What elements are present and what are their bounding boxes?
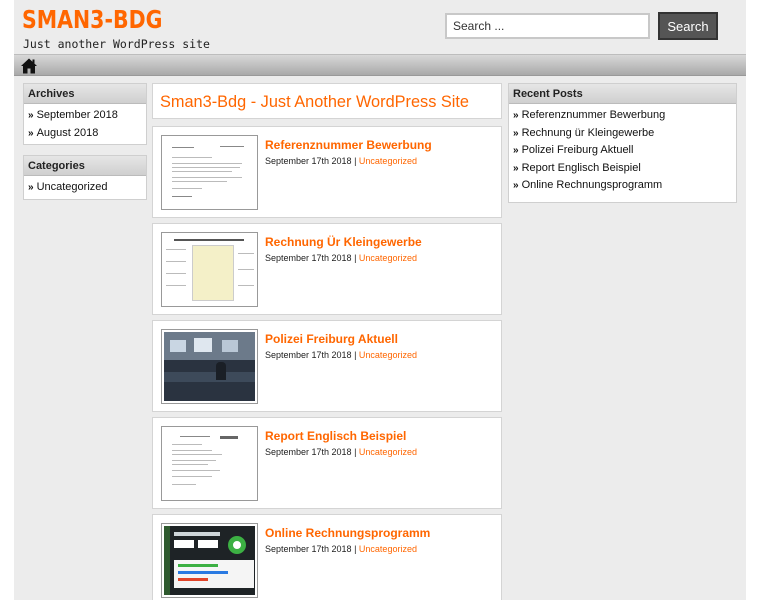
raquo-icon: » bbox=[28, 110, 34, 121]
post-title-link[interactable]: Referenznummer Bewerbung bbox=[265, 138, 432, 152]
post-date: September 17th 2018 bbox=[265, 447, 352, 457]
post-meta: September 17th 2018 | Uncategorized bbox=[265, 447, 417, 457]
post-meta: September 17th 2018 | Uncategorized bbox=[265, 544, 417, 554]
post-item: Report Englisch Beispiel September 17th … bbox=[152, 417, 502, 509]
post-item: Referenznummer Bewerbung September 17th … bbox=[152, 126, 502, 218]
search-button[interactable]: Search bbox=[658, 12, 718, 40]
post-item: Rechnung Ür Kleingewerbe September 17th … bbox=[152, 223, 502, 315]
recent-post-link[interactable]: » Rechnung ür Kleingewerbe bbox=[513, 125, 736, 143]
post-category-link[interactable]: Uncategorized bbox=[359, 544, 417, 554]
raquo-icon: » bbox=[513, 110, 519, 121]
recent-post-link[interactable]: » Online Rechnungsprogramm bbox=[513, 177, 736, 195]
recent-post-link[interactable]: » Referenznummer Bewerbung bbox=[513, 107, 736, 125]
categories-widget-title: Categories bbox=[24, 156, 146, 176]
post-title-link[interactable]: Report Englisch Beispiel bbox=[265, 429, 406, 443]
post-date: September 17th 2018 bbox=[265, 544, 352, 554]
post-date: September 17th 2018 bbox=[265, 253, 352, 263]
post-thumbnail[interactable] bbox=[161, 232, 258, 307]
post-item: Online Rechnungsprogramm September 17th … bbox=[152, 514, 502, 600]
home-icon[interactable] bbox=[20, 57, 38, 75]
post-meta: September 17th 2018 | Uncategorized bbox=[265, 253, 417, 263]
post-date: September 17th 2018 bbox=[265, 156, 352, 166]
post-thumbnail[interactable] bbox=[161, 135, 258, 210]
post-item: Polizei Freiburg Aktuell September 17th … bbox=[152, 320, 502, 412]
post-thumbnail[interactable] bbox=[161, 523, 258, 598]
search-input[interactable] bbox=[445, 13, 650, 39]
raquo-icon: » bbox=[513, 127, 519, 139]
page-title: Sman3-Bdg - Just Another WordPress Site bbox=[160, 92, 470, 111]
post-title-link[interactable]: Polizei Freiburg Aktuell bbox=[265, 332, 398, 346]
raquo-icon: » bbox=[513, 162, 519, 174]
post-meta: September 17th 2018 | Uncategorized bbox=[265, 350, 417, 360]
post-category-link[interactable]: Uncategorized bbox=[359, 350, 417, 360]
recent-post-link[interactable]: » Report Englisch Beispiel bbox=[513, 160, 736, 178]
main-navbar bbox=[14, 54, 746, 76]
raquo-icon: » bbox=[513, 145, 519, 156]
post-category-link[interactable]: Uncategorized bbox=[359, 447, 417, 457]
post-title-link[interactable]: Rechnung Ür Kleingewerbe bbox=[265, 235, 422, 249]
post-thumbnail[interactable] bbox=[161, 426, 258, 501]
archives-widget: Archives » September 2018 » August 2018 bbox=[23, 83, 147, 145]
post-category-link[interactable]: Uncategorized bbox=[359, 156, 417, 166]
site-tagline: Just another WordPress site bbox=[23, 37, 210, 51]
post-thumbnail[interactable] bbox=[161, 329, 258, 404]
recent-post-link[interactable]: » Polizei Freiburg Aktuell bbox=[513, 142, 736, 160]
site-header: SMAN3-BDG Just another WordPress site Se… bbox=[14, 0, 746, 54]
archive-link[interactable]: » September 2018 bbox=[28, 107, 146, 125]
post-date: September 17th 2018 bbox=[265, 350, 352, 360]
categories-widget: Categories » Uncategorized bbox=[23, 155, 147, 200]
post-meta: September 17th 2018 | Uncategorized bbox=[265, 156, 417, 166]
page-wrapper: SMAN3-BDG Just another WordPress site Se… bbox=[14, 0, 746, 600]
post-title-link[interactable]: Online Rechnungsprogramm bbox=[265, 526, 430, 540]
category-link[interactable]: » Uncategorized bbox=[28, 179, 146, 197]
raquo-icon: » bbox=[28, 127, 34, 139]
recent-posts-widget: Recent Posts » Referenznummer Bewerbung »… bbox=[508, 83, 737, 203]
raquo-icon: » bbox=[28, 182, 34, 193]
main-title-box: Sman3-Bdg - Just Another WordPress Site bbox=[152, 83, 502, 119]
post-category-link[interactable]: Uncategorized bbox=[359, 253, 417, 263]
raquo-icon: » bbox=[513, 180, 519, 191]
archive-link[interactable]: » August 2018 bbox=[28, 125, 146, 143]
site-title[interactable]: SMAN3-BDG bbox=[22, 5, 162, 34]
recent-posts-widget-title: Recent Posts bbox=[509, 84, 736, 104]
archives-widget-title: Archives bbox=[24, 84, 146, 104]
